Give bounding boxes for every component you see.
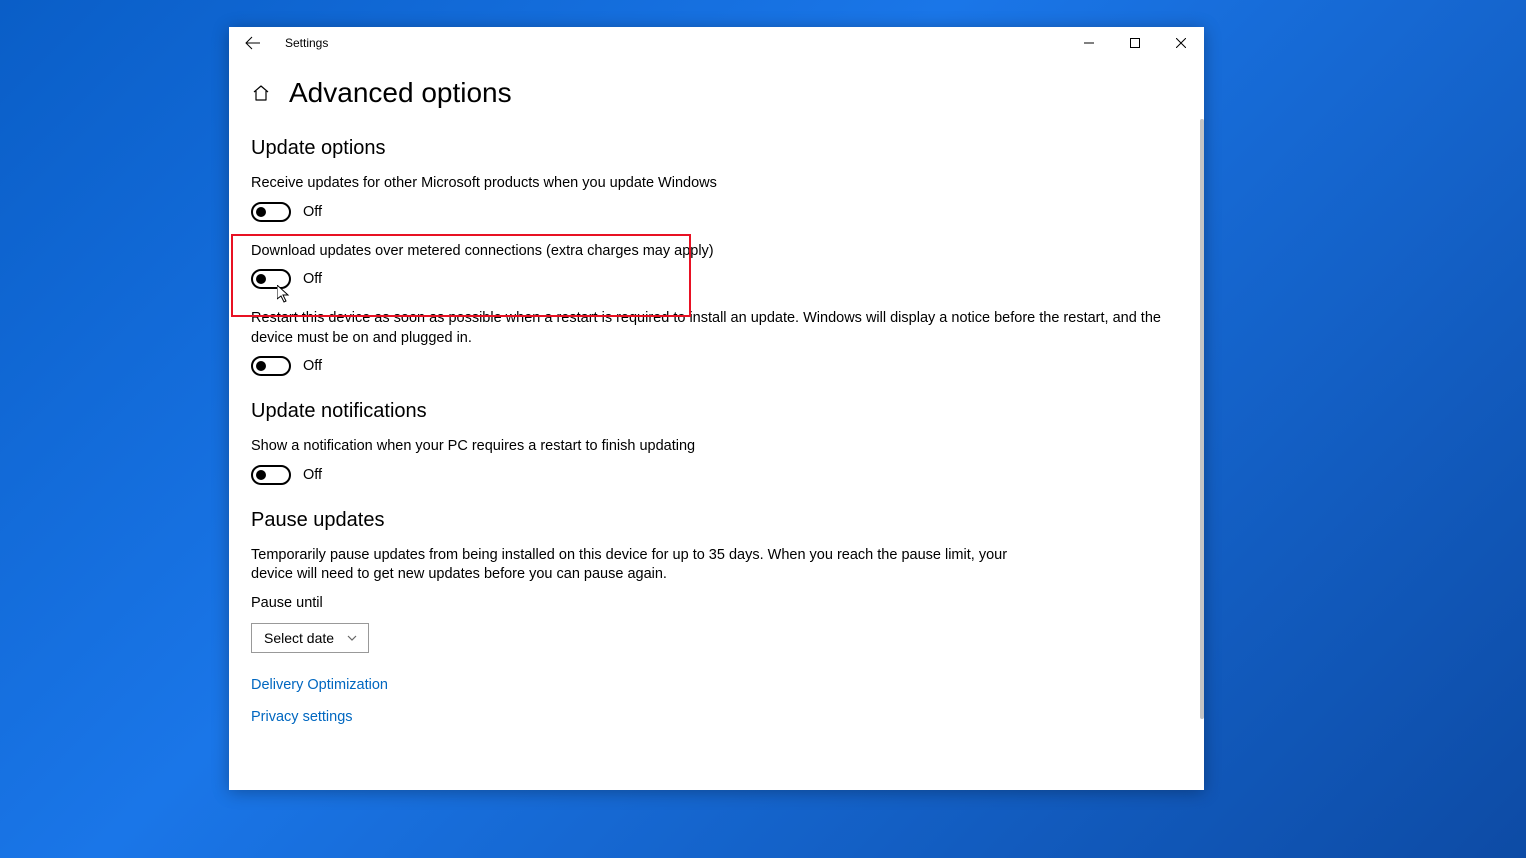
toggle-knob — [256, 361, 266, 371]
toggle-state-notification: Off — [303, 467, 322, 483]
app-title: Settings — [285, 36, 328, 50]
titlebar-left: Settings — [243, 33, 328, 53]
back-button[interactable] — [243, 33, 263, 53]
toggle-receive-updates[interactable] — [251, 202, 291, 222]
section-heading-notifications: Update notifications — [251, 400, 1182, 423]
page-header: Advanced options — [251, 77, 1182, 109]
dropdown-value: Select date — [264, 630, 334, 646]
section-pause-updates: Pause updates Temporarily pause updates … — [251, 509, 1182, 653]
section-heading-update-options: Update options — [251, 137, 1182, 160]
home-button[interactable] — [251, 83, 271, 103]
minimize-button[interactable] — [1066, 27, 1112, 59]
toggle-row-receive-updates: Off — [251, 202, 1182, 222]
option-label-notification: Show a notification when your PC require… — [251, 437, 1182, 457]
pause-until-label: Pause until — [251, 595, 1182, 611]
toggle-row-restart: Off — [251, 356, 1182, 376]
pause-until-dropdown[interactable]: Select date — [251, 623, 369, 653]
privacy-settings-link[interactable]: Privacy settings — [251, 709, 1182, 725]
back-arrow-icon — [245, 35, 261, 51]
toggle-state-receive-updates: Off — [303, 204, 322, 220]
section-update-options: Update options Receive updates for other… — [251, 137, 1182, 376]
toggle-row-metered: Off — [251, 269, 1182, 289]
toggle-row-notification: Off — [251, 465, 1182, 485]
toggle-restart[interactable] — [251, 356, 291, 376]
home-icon — [252, 84, 270, 102]
close-icon — [1176, 38, 1186, 48]
page-title: Advanced options — [289, 77, 512, 109]
pause-description: Temporarily pause updates from being ins… — [251, 546, 1011, 585]
delivery-optimization-link[interactable]: Delivery Optimization — [251, 677, 1182, 693]
minimize-icon — [1084, 38, 1094, 48]
toggle-state-metered: Off — [303, 271, 322, 287]
option-label-metered: Download updates over metered connection… — [251, 242, 1182, 262]
content-area: Advanced options Update options Receive … — [229, 59, 1204, 790]
toggle-knob — [256, 274, 266, 284]
toggle-knob — [256, 207, 266, 217]
chevron-down-icon — [346, 632, 358, 644]
section-update-notifications: Update notifications Show a notification… — [251, 400, 1182, 485]
settings-window: Settings Advanced options Update — [229, 27, 1204, 790]
toggle-knob — [256, 470, 266, 480]
close-button[interactable] — [1158, 27, 1204, 59]
maximize-button[interactable] — [1112, 27, 1158, 59]
option-label-receive-updates: Receive updates for other Microsoft prod… — [251, 174, 1182, 194]
option-label-restart: Restart this device as soon as possible … — [251, 309, 1176, 348]
maximize-icon — [1130, 38, 1140, 48]
toggle-metered[interactable] — [251, 269, 291, 289]
toggle-state-restart: Off — [303, 358, 322, 374]
section-heading-pause: Pause updates — [251, 509, 1182, 532]
titlebar: Settings — [229, 27, 1204, 59]
toggle-notification[interactable] — [251, 465, 291, 485]
window-controls — [1066, 27, 1204, 59]
scrollbar[interactable] — [1200, 119, 1204, 719]
